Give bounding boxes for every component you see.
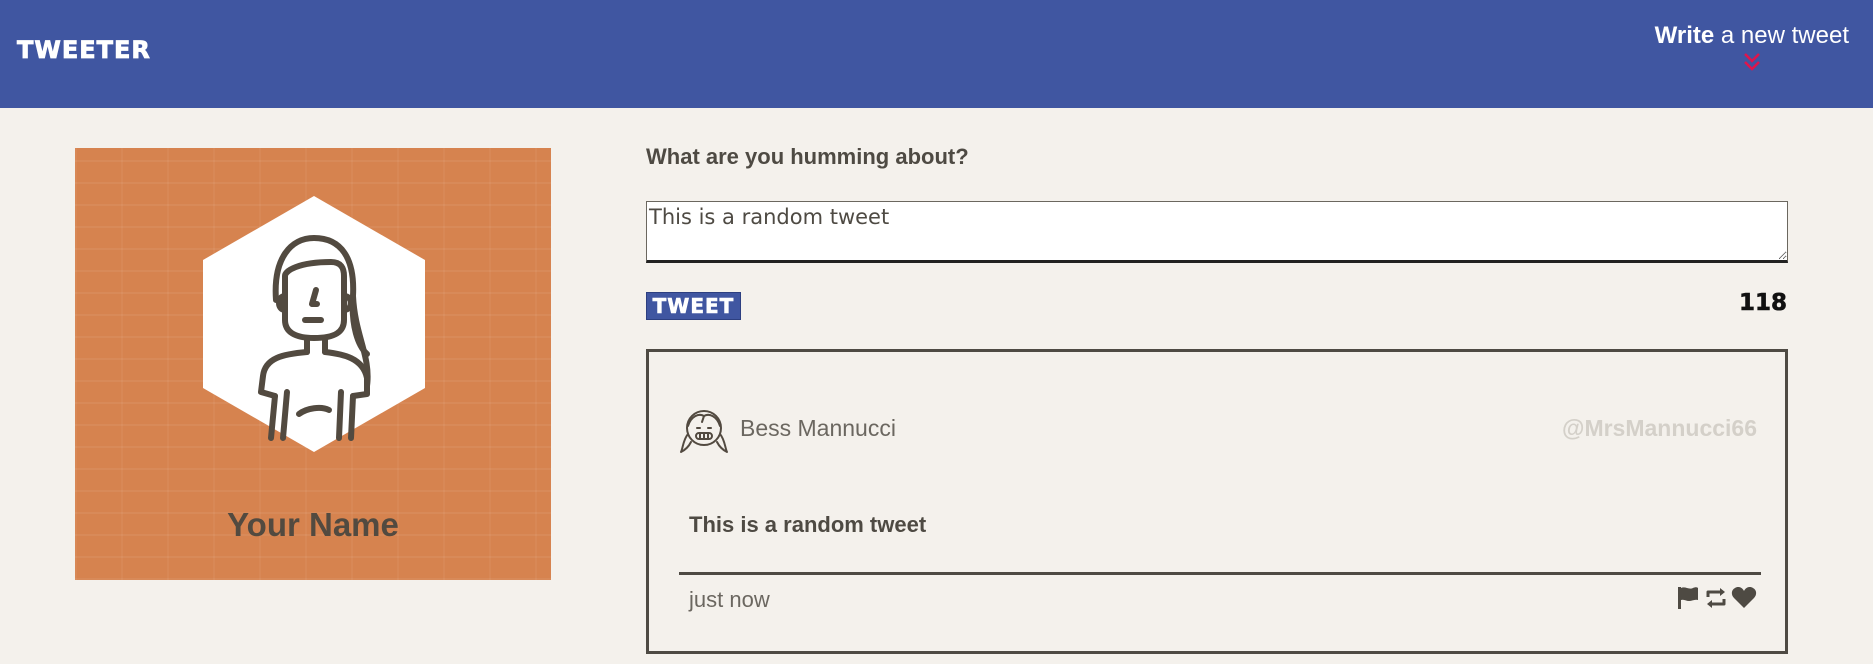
tweet-author-handle: @MrsMannucci66 — [1562, 415, 1757, 441]
tweet-submit-button[interactable]: TWEET — [646, 292, 741, 320]
tweet-actions — [1675, 585, 1757, 611]
top-nav: TWEETER Write a new tweet — [0, 0, 1873, 108]
double-chevron-down-icon[interactable] — [1741, 50, 1763, 74]
heart-icon[interactable] — [1731, 585, 1757, 611]
retweet-icon[interactable] — [1703, 585, 1729, 611]
smiling-girl-avatar-icon — [680, 410, 728, 453]
character-counter: 118 — [1738, 290, 1788, 317]
profile-card: Your Name — [75, 148, 551, 580]
tweet-article: Bess Mannucci @MrsMannucci66 This is a r… — [646, 349, 1788, 654]
flag-icon[interactable] — [1675, 585, 1701, 611]
tweet-content: This is a random tweet — [689, 512, 927, 537]
profile-avatar — [203, 196, 425, 452]
write-label-rest: a new tweet — [1714, 22, 1849, 49]
tweet-timestamp: just now — [689, 587, 770, 612]
tweet-author-name: Bess Mannucci — [740, 415, 896, 441]
write-new-tweet-button[interactable]: Write a new tweet — [1655, 22, 1849, 74]
tweet-textarea[interactable] — [646, 201, 1788, 263]
write-label-bold: Write — [1654, 22, 1715, 49]
profile-name: Your Name — [227, 506, 399, 543]
compose-label: What are you humming about? — [646, 144, 969, 169]
brand-logo[interactable]: TWEETER — [17, 36, 151, 65]
tweet-divider — [679, 572, 1761, 575]
